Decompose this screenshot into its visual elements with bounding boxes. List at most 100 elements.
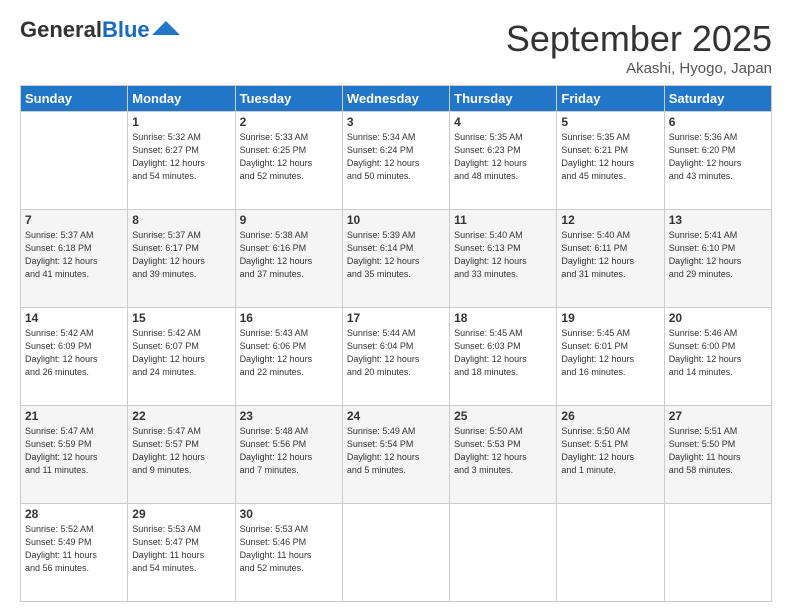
table-row <box>664 504 771 602</box>
table-row: 11 Sunrise: 5:40 AM Sunset: 6:13 PM Dayli… <box>450 210 557 308</box>
table-row: 6Sunrise: 5:36 AM Sunset: 6:20 PM Daylig… <box>664 112 771 210</box>
col-thursday: Thursday <box>450 86 557 112</box>
week-row-1: 7 Sunrise: 5:37 AM Sunset: 6:18 PM Daylig… <box>21 210 772 308</box>
table-row: 14Sunrise: 5:42 AM Sunset: 6:09 PM Dayli… <box>21 308 128 406</box>
week-row-0: 1 Sunrise: 5:32 AM Sunset: 6:27 PM Daylig… <box>21 112 772 210</box>
table-row: 29 Sunrise: 5:53 AM Sunset: 5:47 PM Dayli… <box>128 504 235 602</box>
cell-info: Sunrise: 5:53 AM Sunset: 5:47 PM Dayligh… <box>132 523 230 575</box>
table-row: 21Sunrise: 5:47 AM Sunset: 5:59 PM Dayli… <box>21 406 128 504</box>
table-row: 13 Sunrise: 5:41 AM Sunset: 6:10 PM Dayli… <box>664 210 771 308</box>
day-number: 13 <box>669 213 767 227</box>
table-row: 24 Sunrise: 5:49 AM Sunset: 5:54 PM Dayli… <box>342 406 449 504</box>
table-row: 5Sunrise: 5:35 AM Sunset: 6:21 PM Daylig… <box>557 112 664 210</box>
cell-info: Sunrise: 5:49 AM Sunset: 5:54 PM Dayligh… <box>347 425 445 477</box>
day-number: 3 <box>347 115 445 129</box>
day-number: 29 <box>132 507 230 521</box>
col-monday: Monday <box>128 86 235 112</box>
table-row: 8 Sunrise: 5:37 AM Sunset: 6:17 PM Daylig… <box>128 210 235 308</box>
cell-info: Sunrise: 5:45 AM Sunset: 6:03 PM Dayligh… <box>454 327 552 379</box>
cell-info: Sunrise: 5:53 AM Sunset: 5:46 PM Dayligh… <box>240 523 338 575</box>
table-row: 15 Sunrise: 5:42 AM Sunset: 6:07 PM Dayli… <box>128 308 235 406</box>
week-row-2: 14Sunrise: 5:42 AM Sunset: 6:09 PM Dayli… <box>21 308 772 406</box>
table-row: 22 Sunrise: 5:47 AM Sunset: 5:57 PM Dayli… <box>128 406 235 504</box>
month-title: September 2025 <box>506 18 772 60</box>
logo: GeneralBlue <box>20 18 180 42</box>
day-number: 7 <box>25 213 123 227</box>
title-block: September 2025 Akashi, Hyogo, Japan <box>506 18 772 77</box>
day-number: 30 <box>240 507 338 521</box>
logo-arrow-icon <box>152 21 180 35</box>
table-row <box>450 504 557 602</box>
table-row: 1 Sunrise: 5:32 AM Sunset: 6:27 PM Daylig… <box>128 112 235 210</box>
table-row: 26 Sunrise: 5:50 AM Sunset: 5:51 PM Dayli… <box>557 406 664 504</box>
day-number: 2 <box>240 115 338 129</box>
table-row: 7 Sunrise: 5:37 AM Sunset: 6:18 PM Daylig… <box>21 210 128 308</box>
day-number: 18 <box>454 311 552 325</box>
col-tuesday: Tuesday <box>235 86 342 112</box>
table-row: 19 Sunrise: 5:45 AM Sunset: 6:01 PM Dayli… <box>557 308 664 406</box>
day-number: 28 <box>25 507 123 521</box>
cell-info: Sunrise: 5:45 AM Sunset: 6:01 PM Dayligh… <box>561 327 659 379</box>
day-number: 20 <box>669 311 767 325</box>
cell-info: Sunrise: 5:37 AM Sunset: 6:18 PM Dayligh… <box>25 229 123 281</box>
day-number: 22 <box>132 409 230 423</box>
table-row: 25Sunrise: 5:50 AM Sunset: 5:53 PM Dayli… <box>450 406 557 504</box>
table-row <box>342 504 449 602</box>
day-number: 17 <box>347 311 445 325</box>
day-number: 4 <box>454 115 552 129</box>
day-number: 15 <box>132 311 230 325</box>
table-row: 4 Sunrise: 5:35 AM Sunset: 6:23 PM Daylig… <box>450 112 557 210</box>
table-row: 28Sunrise: 5:52 AM Sunset: 5:49 PM Dayli… <box>21 504 128 602</box>
table-row: 16Sunrise: 5:43 AM Sunset: 6:06 PM Dayli… <box>235 308 342 406</box>
week-row-4: 28Sunrise: 5:52 AM Sunset: 5:49 PM Dayli… <box>21 504 772 602</box>
day-number: 24 <box>347 409 445 423</box>
col-friday: Friday <box>557 86 664 112</box>
cell-info: Sunrise: 5:32 AM Sunset: 6:27 PM Dayligh… <box>132 131 230 183</box>
cell-info: Sunrise: 5:41 AM Sunset: 6:10 PM Dayligh… <box>669 229 767 281</box>
day-number: 10 <box>347 213 445 227</box>
cell-info: Sunrise: 5:48 AM Sunset: 5:56 PM Dayligh… <box>240 425 338 477</box>
cell-info: Sunrise: 5:37 AM Sunset: 6:17 PM Dayligh… <box>132 229 230 281</box>
day-number: 11 <box>454 213 552 227</box>
table-row: 9Sunrise: 5:38 AM Sunset: 6:16 PM Daylig… <box>235 210 342 308</box>
table-row: 10 Sunrise: 5:39 AM Sunset: 6:14 PM Dayli… <box>342 210 449 308</box>
cell-info: Sunrise: 5:35 AM Sunset: 6:21 PM Dayligh… <box>561 131 659 183</box>
header-row: Sunday Monday Tuesday Wednesday Thursday… <box>21 86 772 112</box>
day-number: 21 <box>25 409 123 423</box>
cell-info: Sunrise: 5:50 AM Sunset: 5:53 PM Dayligh… <box>454 425 552 477</box>
cell-info: Sunrise: 5:42 AM Sunset: 6:07 PM Dayligh… <box>132 327 230 379</box>
table-row: 20 Sunrise: 5:46 AM Sunset: 6:00 PM Dayli… <box>664 308 771 406</box>
day-number: 19 <box>561 311 659 325</box>
table-row: 12Sunrise: 5:40 AM Sunset: 6:11 PM Dayli… <box>557 210 664 308</box>
day-number: 16 <box>240 311 338 325</box>
day-number: 26 <box>561 409 659 423</box>
day-number: 27 <box>669 409 767 423</box>
day-number: 14 <box>25 311 123 325</box>
col-wednesday: Wednesday <box>342 86 449 112</box>
day-number: 9 <box>240 213 338 227</box>
cell-info: Sunrise: 5:46 AM Sunset: 6:00 PM Dayligh… <box>669 327 767 379</box>
day-number: 1 <box>132 115 230 129</box>
cell-info: Sunrise: 5:40 AM Sunset: 6:13 PM Dayligh… <box>454 229 552 281</box>
day-number: 8 <box>132 213 230 227</box>
table-row: 27 Sunrise: 5:51 AM Sunset: 5:50 PM Dayli… <box>664 406 771 504</box>
col-sunday: Sunday <box>21 86 128 112</box>
week-row-3: 21Sunrise: 5:47 AM Sunset: 5:59 PM Dayli… <box>21 406 772 504</box>
table-row: 17 Sunrise: 5:44 AM Sunset: 6:04 PM Dayli… <box>342 308 449 406</box>
cell-info: Sunrise: 5:44 AM Sunset: 6:04 PM Dayligh… <box>347 327 445 379</box>
table-row: 3Sunrise: 5:34 AM Sunset: 6:24 PM Daylig… <box>342 112 449 210</box>
logo-text: GeneralBlue <box>20 18 150 42</box>
cell-info: Sunrise: 5:50 AM Sunset: 5:51 PM Dayligh… <box>561 425 659 477</box>
header: GeneralBlue September 2025 Akashi, Hyogo… <box>20 18 772 77</box>
cell-info: Sunrise: 5:39 AM Sunset: 6:14 PM Dayligh… <box>347 229 445 281</box>
table-row: 23 Sunrise: 5:48 AM Sunset: 5:56 PM Dayli… <box>235 406 342 504</box>
cell-info: Sunrise: 5:47 AM Sunset: 5:57 PM Dayligh… <box>132 425 230 477</box>
day-number: 6 <box>669 115 767 129</box>
day-number: 23 <box>240 409 338 423</box>
table-row: 18 Sunrise: 5:45 AM Sunset: 6:03 PM Dayli… <box>450 308 557 406</box>
calendar-table: Sunday Monday Tuesday Wednesday Thursday… <box>20 85 772 602</box>
col-saturday: Saturday <box>664 86 771 112</box>
cell-info: Sunrise: 5:51 AM Sunset: 5:50 PM Dayligh… <box>669 425 767 477</box>
cell-info: Sunrise: 5:40 AM Sunset: 6:11 PM Dayligh… <box>561 229 659 281</box>
cell-info: Sunrise: 5:35 AM Sunset: 6:23 PM Dayligh… <box>454 131 552 183</box>
